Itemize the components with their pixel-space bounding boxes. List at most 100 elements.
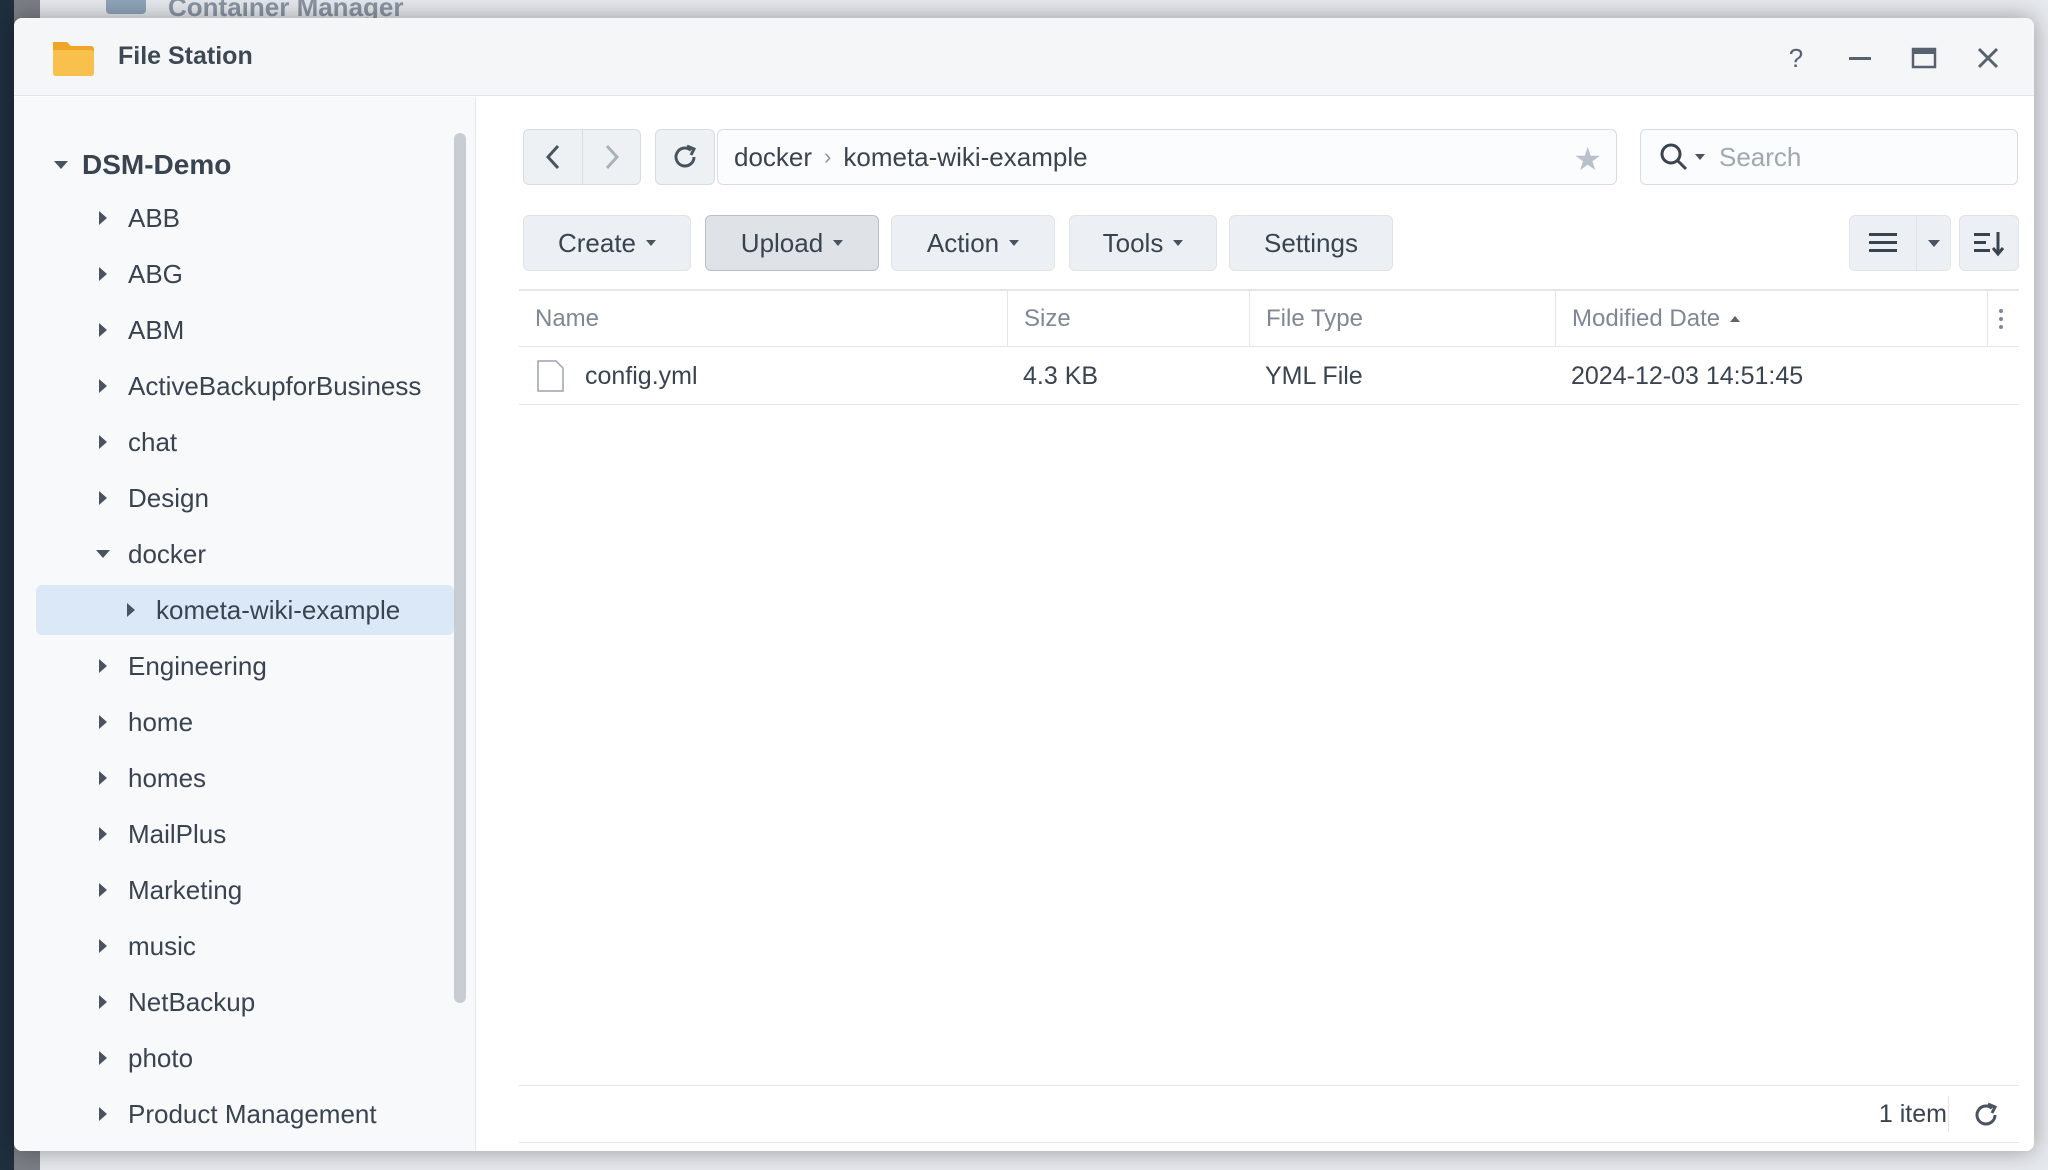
chevron-right-icon[interactable] [92,1107,114,1121]
settings-button[interactable]: Settings [1229,215,1393,271]
sidebar-item[interactable]: Design [36,473,454,523]
sidebar-item-label: music [128,930,196,961]
minimize-button[interactable] [1840,38,1880,78]
column-file-type[interactable]: File Type [1249,291,1555,347]
sidebar-item-label: Marketing [128,874,243,905]
file-type: YML File [1265,361,1363,390]
back-button[interactable] [524,130,582,184]
chevron-right-icon[interactable] [92,211,114,225]
create-label: Create [557,227,637,258]
sidebar-item[interactable]: ABM [36,305,454,355]
sidebar-item[interactable]: kometa-wiki-example [36,585,454,635]
sidebar-item[interactable]: Engineering [36,641,454,691]
create-button[interactable]: Create [523,215,691,271]
expand-right-icon [99,659,107,673]
main-panel: docker › kometa-wiki-example ★ Search Cr… [477,97,2034,1151]
sidebar-item[interactable]: music [36,921,454,971]
chevron-right-icon[interactable] [92,1051,114,1065]
refresh-group [655,129,715,185]
search-options-chevron-icon[interactable] [1695,154,1705,160]
expand-right-icon [127,603,135,617]
back-arrow-icon [545,144,560,170]
title-bar[interactable]: File Station ? [14,18,2034,96]
path-segment[interactable]: docker [734,142,812,173]
column-size-label: Size [1024,305,1071,332]
maximize-button[interactable] [1904,38,1944,78]
favorite-star-icon[interactable]: ★ [1573,140,1602,178]
sidebar-item-label: ABB [128,202,181,233]
sidebar-item[interactable]: Product Management [36,1089,454,1139]
search-input[interactable]: Search [1719,142,1801,173]
chevron-right-icon[interactable] [92,827,114,841]
close-button[interactable] [1968,38,2008,78]
sidebar-item[interactable]: docker [36,529,454,579]
sidebar-item[interactable]: ABG [36,249,454,299]
sidebar-item-label: docker [128,538,207,569]
sidebar-item[interactable]: NetBackup [36,977,454,1027]
chevron-right-icon[interactable] [120,603,142,617]
expand-right-icon [99,995,107,1009]
item-count: 1 item [1878,1100,1947,1128]
folder-tree: DSM-Demo ABB ABG ABM ActiveBackupforBusines… [14,97,476,1151]
expand-right-icon [99,435,107,449]
sort-button[interactable] [1959,215,2019,271]
path-segment-current[interactable]: kometa-wiki-example [843,142,1087,173]
sidebar-item-label: homes [128,762,207,793]
sidebar-item[interactable]: ActiveBackupforBusiness [36,361,454,411]
column-name[interactable]: Name [519,291,1007,347]
search-box[interactable]: Search [1640,129,2018,185]
sidebar-item-label: ActiveBackupforBusiness [128,370,422,401]
sidebar-item-label: Engineering [128,650,267,681]
sidebar-item[interactable]: Sales [36,1145,454,1151]
more-vertical-icon [1999,309,2003,329]
chevron-right-icon[interactable] [92,771,114,785]
expand-right-icon [99,827,107,841]
settings-label: Settings [1264,227,1358,258]
folder-icon [53,42,94,76]
action-button[interactable]: Action [891,215,1055,271]
status-footer: 1 item [519,1085,2019,1143]
window-title: File Station [118,42,253,70]
sidebar-item[interactable]: homes [36,753,454,803]
column-modified-date[interactable]: Modified Date [1555,291,1987,347]
sidebar-item[interactable]: photo [36,1033,454,1083]
chevron-right-icon[interactable] [92,435,114,449]
refresh-button[interactable] [656,130,714,184]
expand-right-icon [99,1051,107,1065]
sidebar-scrollbar[interactable] [454,133,466,1003]
chevron-right-icon[interactable] [92,715,114,729]
help-button[interactable]: ? [1776,38,1816,78]
sidebar-item[interactable]: ABB [36,193,454,243]
view-mode-dropdown[interactable] [1917,215,1951,271]
upload-button[interactable]: Upload [705,215,879,271]
sidebar-item[interactable]: MailPlus [36,809,454,859]
chevron-right-icon[interactable] [92,883,114,897]
file-size-cell: 4.3 KB [1023,347,1098,405]
chevron-right-icon[interactable] [92,491,114,505]
list-view-button[interactable] [1849,215,1917,271]
sidebar-item[interactable]: chat [36,417,454,467]
footer-refresh-button[interactable] [1969,1098,2003,1132]
minimize-icon [1849,57,1871,60]
file-type-cell: YML File [1265,347,1363,405]
search-icon[interactable] [1659,142,1689,172]
chevron-right-icon[interactable] [92,939,114,953]
chevron-down-icon[interactable] [92,550,114,558]
file-name-cell[interactable]: config.yml [535,347,1005,405]
chevron-right-icon[interactable] [92,267,114,281]
chevron-right-icon[interactable] [92,659,114,673]
tools-button[interactable]: Tools [1069,215,1217,271]
sidebar-item[interactable]: Marketing [36,865,454,915]
column-options-button[interactable] [1987,291,2019,347]
column-size[interactable]: Size [1007,291,1249,347]
path-bar[interactable]: docker › kometa-wiki-example ★ [717,129,1617,185]
table-row[interactable]: config.yml 4.3 KB YML File 2024-12-03 14… [519,347,2019,405]
chevron-down-icon[interactable] [54,161,68,169]
chevron-right-icon[interactable] [92,323,114,337]
chevron-right-icon[interactable] [92,995,114,1009]
chevron-right-icon[interactable] [92,379,114,393]
sidebar-item[interactable]: home [36,697,454,747]
tree-root[interactable]: DSM-Demo [54,143,231,187]
container-manager-icon [106,0,146,14]
forward-button[interactable] [582,130,640,184]
